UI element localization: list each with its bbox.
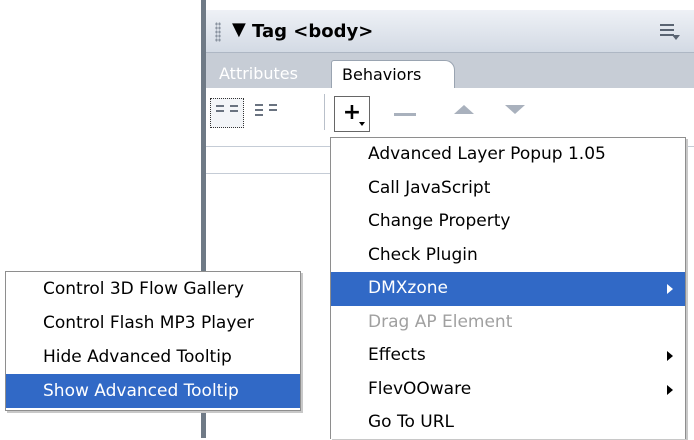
menu-item-label: Control Flash MP3 Player — [43, 313, 254, 333]
menu-item-flevooware[interactable]: FlevOOware — [331, 373, 685, 407]
add-behavior-button[interactable]: + — [334, 96, 370, 132]
menu-item-label: Check Plugin — [368, 244, 478, 265]
panel-title-tag: <body> — [293, 21, 374, 42]
panel-title: Tag <body> — [252, 21, 373, 42]
dropdown-caret-icon — [359, 122, 365, 126]
menu-item-label: Control 3D Flow Gallery — [43, 279, 244, 299]
move-down-arrow-icon[interactable] — [505, 105, 525, 114]
panel-options-menu-icon[interactable] — [660, 22, 680, 40]
menu-item-label: Hide Advanced Tooltip — [43, 347, 232, 367]
submenu-item-show-advanced-tooltip[interactable]: Show Advanced Tooltip — [6, 374, 300, 408]
tab-strip: Attributes Behaviors — [206, 53, 694, 89]
menu-item-change-property[interactable]: Change Property — [331, 205, 685, 239]
dmxzone-submenu: Control 3D Flow Gallery Control Flash MP… — [5, 271, 301, 411]
submenu-arrow-icon — [667, 351, 673, 361]
move-up-arrow-icon[interactable] — [454, 105, 474, 114]
submenu-item-control-flash-mp3-player[interactable]: Control Flash MP3 Player — [6, 306, 300, 340]
submenu-item-hide-advanced-tooltip[interactable]: Hide Advanced Tooltip — [6, 340, 300, 374]
menu-item-call-javascript[interactable]: Call JavaScript — [331, 172, 685, 206]
menu-item-label: Drag AP Element — [368, 311, 513, 332]
tab-attributes[interactable]: Attributes — [209, 60, 308, 88]
menu-item-dmxzone[interactable]: DMXzone — [331, 272, 685, 306]
menu-item-drag-ap-element: Drag AP Element — [331, 306, 685, 340]
submenu-item-control-3d-flow-gallery[interactable]: Control 3D Flow Gallery — [6, 272, 300, 306]
panel-title-prefix: Tag — [252, 21, 294, 42]
list-lines-icon — [216, 105, 224, 123]
tab-behaviors[interactable]: Behaviors — [331, 60, 455, 89]
remove-event-button[interactable] — [394, 113, 416, 116]
gripper-icon[interactable] — [215, 22, 221, 42]
menu-item-label: Go To URL — [368, 412, 455, 432]
menu-item-effects[interactable]: Effects — [331, 339, 685, 373]
list-lines-icon — [255, 104, 263, 122]
menu-item-advanced-layer-popup[interactable]: Advanced Layer Popup 1.05 — [331, 138, 685, 172]
list-lines-icon — [269, 104, 277, 122]
submenu-arrow-icon — [667, 284, 673, 294]
submenu-arrow-icon — [667, 384, 673, 395]
behaviors-menu: Advanced Layer Popup 1.05 Call JavaScrip… — [330, 137, 686, 439]
collapse-arrow-icon[interactable]: ▼ — [232, 19, 246, 40]
menu-item-label: Call JavaScript — [368, 177, 491, 198]
list-lines-icon — [230, 105, 238, 123]
toolbar-separator — [324, 94, 325, 130]
show-set-events-button[interactable] — [210, 98, 244, 128]
menu-item-check-plugin[interactable]: Check Plugin — [331, 239, 685, 273]
menu-item-label: Advanced Layer Popup 1.05 — [368, 144, 606, 164]
menu-item-label: Show Advanced Tooltip — [43, 381, 239, 401]
events-list-row[interactable] — [206, 147, 334, 174]
menu-item-label: FlevOOware — [368, 378, 472, 399]
menu-item-label: DMXzone — [368, 278, 448, 298]
panel-header[interactable]: ▼ Tag <body> — [206, 10, 694, 53]
menu-item-label: Change Property — [368, 211, 511, 231]
menu-item-label: Effects — [368, 345, 426, 365]
menu-item-go-to-url[interactable]: Go To URL — [331, 406, 685, 440]
show-all-events-button[interactable] — [250, 98, 284, 128]
